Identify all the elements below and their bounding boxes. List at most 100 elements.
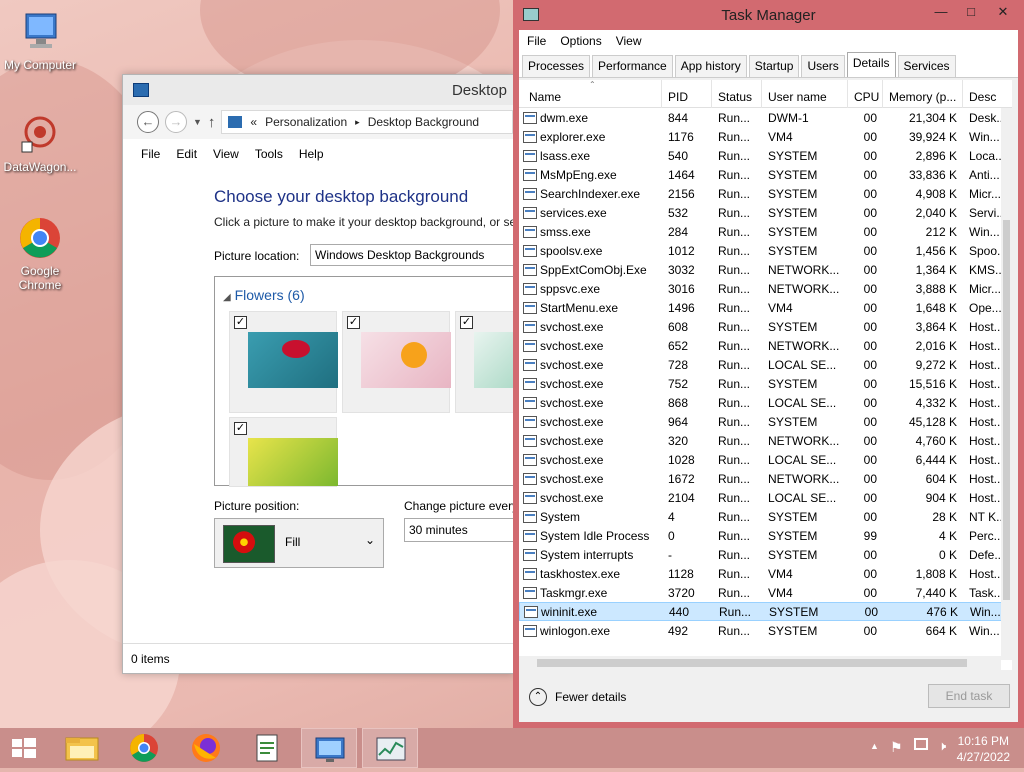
thumb-checkbox[interactable]: ✓ <box>460 316 473 329</box>
taskbar-file-explorer[interactable] <box>54 728 110 768</box>
menu-view[interactable]: View <box>213 147 239 161</box>
menu-file[interactable]: File <box>141 147 160 161</box>
table-row[interactable]: svchost.exe 728 Run... LOCAL SE... 00 9,272 K… <box>519 355 1012 374</box>
table-row[interactable]: svchost.exe 320 Run... NETWORK... 00 4,760 K H… <box>519 431 1012 450</box>
tab-performance[interactable]: Performance <box>592 55 673 77</box>
table-row[interactable]: Taskmgr.exe 3720 Run... VM4 00 7,440 K Task... <box>519 583 1012 602</box>
address-bar[interactable]: « Personalization ▸ Desktop Background <box>221 110 513 134</box>
table-row[interactable]: SppExtComObj.Exe 3032 Run... NETWORK... 00 1,… <box>519 260 1012 279</box>
table-row[interactable]: dwm.exe 844 Run... DWM-1 00 21,304 K Desk... <box>519 108 1012 127</box>
table-cell: 4 K <box>883 529 963 543</box>
tab-startup[interactable]: Startup <box>748 55 800 77</box>
thumb-checkbox[interactable]: ✓ <box>234 316 247 329</box>
tab-details[interactable]: Details <box>846 52 896 77</box>
table-cell: 1028 <box>662 453 712 467</box>
taskbar-task-manager[interactable] <box>362 728 418 768</box>
table-row[interactable]: winlogon.exe 492 Run... SYSTEM 00 664 K Win... <box>519 621 1012 640</box>
end-task-button[interactable]: End task <box>928 684 1010 708</box>
table-row[interactable]: explorer.exe 1176 Run... VM4 00 39,924 K Win..… <box>519 127 1012 146</box>
table-row[interactable]: taskhostex.exe 1128 Run... VM4 00 1,808 K Host… <box>519 564 1012 583</box>
table-row[interactable]: spoolsv.exe 1012 Run... SYSTEM 00 1,456 K Spoo… <box>519 241 1012 260</box>
thumb-checkbox[interactable]: ✓ <box>347 316 360 329</box>
table-row[interactable]: sppsvc.exe 3016 Run... NETWORK... 00 3,888 K M… <box>519 279 1012 298</box>
table-row[interactable]: System 4 Run... SYSTEM 00 28 K NT K... <box>519 507 1012 526</box>
table-row[interactable]: services.exe 532 Run... SYSTEM 00 2,040 K Serv… <box>519 203 1012 222</box>
menu-view[interactable]: View <box>616 34 642 48</box>
thumb-checkbox[interactable]: ✓ <box>234 422 247 435</box>
menu-file[interactable]: File <box>527 34 546 48</box>
taskbar-chrome[interactable] <box>116 728 172 768</box>
table-row[interactable]: smss.exe 284 Run... SYSTEM 00 212 K Win... <box>519 222 1012 241</box>
table-row[interactable]: MsMpEng.exe 1464 Run... SYSTEM 00 33,836 K Ant… <box>519 165 1012 184</box>
table-row[interactable]: svchost.exe 2104 Run... LOCAL SE... 00 904 K H… <box>519 488 1012 507</box>
wallpaper-thumb[interactable]: ✓ <box>229 311 338 413</box>
table-row[interactable]: SearchIndexer.exe 2156 Run... SYSTEM 00 4,908… <box>519 184 1012 203</box>
table-row[interactable]: System interrupts - Run... SYSTEM 00 0 K Defe.… <box>519 545 1012 564</box>
recent-pages-icon[interactable]: ▼ <box>193 117 202 127</box>
fewer-details-button[interactable]: ⌃ Fewer details <box>529 688 626 706</box>
scroll-thumb[interactable] <box>1003 220 1010 600</box>
tab-users[interactable]: Users <box>801 55 845 77</box>
table-cell: SYSTEM <box>763 605 849 619</box>
vertical-scrollbar[interactable] <box>1001 108 1012 660</box>
taskbar-control-panel[interactable] <box>301 728 357 768</box>
explorer-title-bar[interactable]: Desktop <box>123 75 513 105</box>
desktop-icon-my-computer[interactable]: My Computer <box>0 10 80 72</box>
picture-position-select[interactable]: Fill ⌄ <box>214 518 384 568</box>
minimize-button[interactable]: — <box>928 4 954 22</box>
column-header-user-name[interactable]: User name <box>762 80 848 108</box>
clock[interactable]: 10:16 PM 4/27/2022 <box>957 733 1010 765</box>
show-hidden-icons-icon[interactable]: ▲ <box>870 741 879 751</box>
start-button[interactable] <box>0 728 48 768</box>
column-header-status[interactable]: Status <box>712 80 762 108</box>
menu-edit[interactable]: Edit <box>176 147 197 161</box>
forward-icon[interactable]: → <box>165 111 187 133</box>
group-header[interactable]: ◢ Flowers (6) <box>223 287 305 303</box>
table-row[interactable]: svchost.exe 752 Run... SYSTEM 00 15,516 K Host… <box>519 374 1012 393</box>
table-row[interactable]: svchost.exe 1672 Run... NETWORK... 00 604 K Ho… <box>519 469 1012 488</box>
horizontal-scrollbar[interactable] <box>519 656 1001 670</box>
action-center-flag-icon[interactable]: ⚑ <box>890 739 903 756</box>
table-row[interactable]: wininit.exe 440 Run... SYSTEM 00 476 K Win... <box>519 602 1012 621</box>
desktop-icon-datawagon[interactable]: DataWagon... <box>0 112 80 174</box>
column-header-pid[interactable]: PID <box>662 80 712 108</box>
menu-tools[interactable]: Tools <box>255 147 283 161</box>
taskbar-notepad[interactable] <box>240 728 296 768</box>
table-row[interactable]: svchost.exe 652 Run... NETWORK... 00 2,016 K H… <box>519 336 1012 355</box>
column-header-description[interactable]: Desc <box>963 80 1001 108</box>
chevron-right-icon[interactable]: ▸ <box>355 117 360 128</box>
scroll-thumb[interactable] <box>537 659 967 667</box>
change-picture-select[interactable]: 30 minutes <box>404 518 513 542</box>
menu-options[interactable]: Options <box>560 34 601 48</box>
table-row[interactable]: lsass.exe 540 Run... SYSTEM 00 2,896 K Loca... <box>519 146 1012 165</box>
table-row[interactable]: System Idle Process 0 Run... SYSTEM 99 4 K Per… <box>519 526 1012 545</box>
back-icon[interactable]: ← <box>137 111 159 133</box>
close-button[interactable]: ✕ <box>990 4 1016 22</box>
table-row[interactable]: svchost.exe 868 Run... LOCAL SE... 00 4,332 K… <box>519 393 1012 412</box>
cell-text: 1128 <box>668 566 694 581</box>
menu-help[interactable]: Help <box>299 147 324 161</box>
column-header-cpu[interactable]: CPU <box>848 80 883 108</box>
table-row[interactable]: svchost.exe 608 Run... SYSTEM 00 3,864 K Host.… <box>519 317 1012 336</box>
network-icon[interactable] <box>914 738 928 750</box>
table-row[interactable]: svchost.exe 964 Run... SYSTEM 00 45,128 K Host… <box>519 412 1012 431</box>
volume-muted-icon[interactable]: 🕨 <box>938 738 946 754</box>
table-row[interactable]: StartMenu.exe 1496 Run... VM4 00 1,648 K Ope..… <box>519 298 1012 317</box>
taskbar-firefox[interactable] <box>178 728 234 768</box>
task-manager-title-bar[interactable]: Task Manager — □ ✕ <box>513 0 1024 30</box>
breadcrumb-desktop-background[interactable]: Desktop Background <box>368 115 479 129</box>
desktop-icon-chrome[interactable]: Google Chrome <box>0 216 80 292</box>
tab-services[interactable]: Services <box>897 55 956 77</box>
table-row[interactable]: svchost.exe 1028 Run... LOCAL SE... 00 6,444 … <box>519 450 1012 469</box>
tab-processes[interactable]: Processes <box>522 55 591 77</box>
table-cell: 4 <box>662 510 712 524</box>
maximize-button[interactable]: □ <box>958 4 984 22</box>
picture-location-select[interactable]: Windows Desktop Backgrounds <box>310 244 513 266</box>
breadcrumb-personalization[interactable]: Personalization <box>265 115 347 129</box>
tab-app-history[interactable]: App history <box>674 55 747 77</box>
wallpaper-thumb[interactable]: ✓ <box>229 417 338 487</box>
wallpaper-thumb[interactable]: ✓ <box>455 311 513 413</box>
column-header-memory[interactable]: Memory (p... <box>883 80 963 108</box>
wallpaper-thumb[interactable]: ✓ <box>342 311 451 413</box>
up-icon[interactable]: ↑ <box>208 114 216 131</box>
